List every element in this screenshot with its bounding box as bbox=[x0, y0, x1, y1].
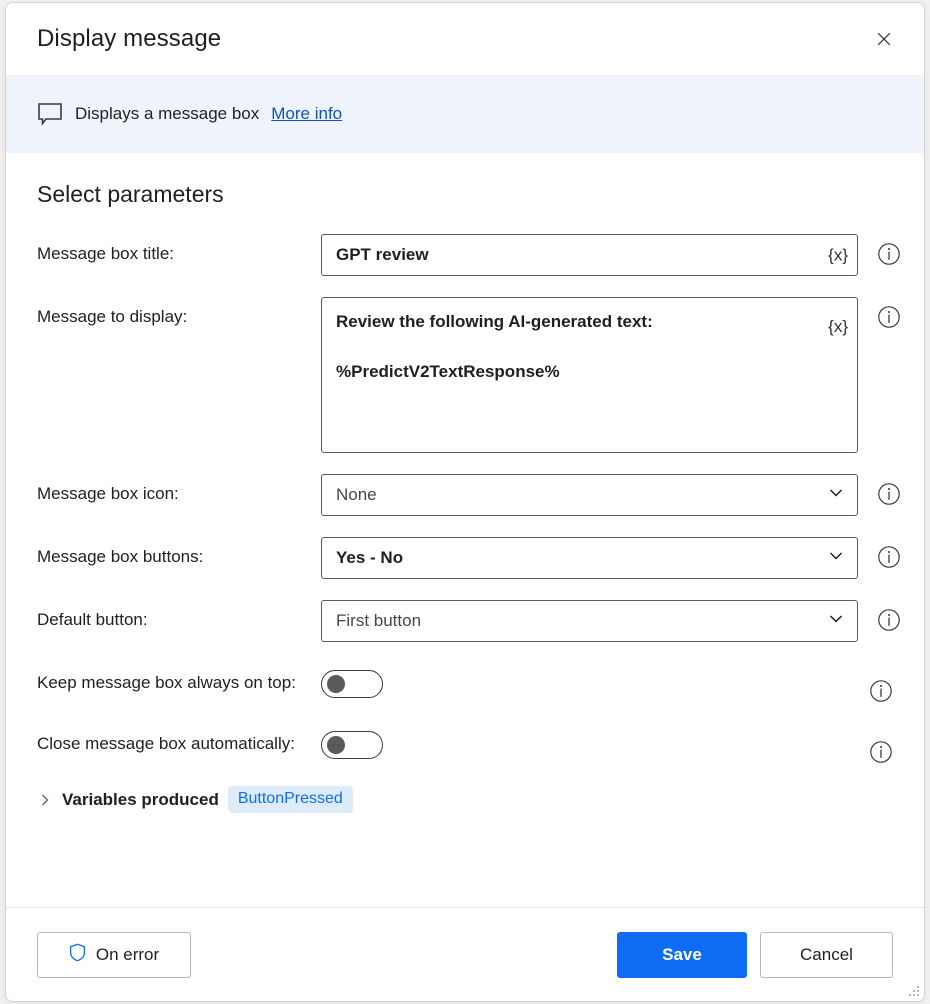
message-line-1: Review the following AI-generated text: bbox=[336, 312, 653, 331]
control-message-to-display: Review the following AI-generated text: … bbox=[321, 297, 858, 453]
close-icon[interactable] bbox=[862, 17, 906, 61]
message-box-icon-dropdown[interactable]: None bbox=[321, 474, 858, 516]
info-glyph bbox=[870, 741, 892, 763]
control-close-automatically bbox=[321, 724, 893, 763]
shield-icon bbox=[69, 943, 86, 967]
info-icon[interactable] bbox=[877, 545, 901, 569]
close-glyph bbox=[877, 32, 891, 46]
label-keep-on-top: Keep message box always on top: bbox=[37, 673, 296, 692]
label-message-to-display: Message to display: bbox=[37, 307, 188, 326]
variable-badge-buttonpressed[interactable]: ButtonPressed bbox=[227, 786, 353, 813]
section-title: Select parameters bbox=[37, 181, 224, 207]
label-close-automatically: Close message box automatically: bbox=[37, 734, 295, 753]
shield-glyph bbox=[69, 943, 85, 961]
info-glyph bbox=[878, 609, 900, 631]
chevron-down-icon bbox=[827, 484, 845, 507]
info-icon[interactable] bbox=[877, 305, 901, 329]
info-glyph bbox=[878, 306, 900, 328]
resize-grip-glyph bbox=[909, 986, 919, 996]
message-box-icon-value: None bbox=[336, 485, 377, 504]
dialog-titlebar: Display message bbox=[6, 3, 924, 75]
field-row-message-to-display: Message to display: Review the following… bbox=[37, 297, 900, 453]
control-message-box-buttons: Yes - No bbox=[321, 537, 858, 579]
message-box-title-input[interactable]: GPT review {x} bbox=[321, 234, 858, 276]
variable-picker-icon[interactable]: {x} bbox=[828, 318, 848, 335]
field-row-close-automatically: Close message box automatically: bbox=[37, 724, 893, 764]
toggle-knob bbox=[327, 675, 345, 693]
save-button[interactable]: Save bbox=[617, 931, 747, 978]
message-bubble-icon bbox=[37, 101, 63, 127]
control-keep-on-top bbox=[321, 663, 893, 702]
info-icon[interactable] bbox=[877, 242, 901, 266]
display-message-dialog: Display message Displays a message box M… bbox=[5, 2, 925, 1002]
info-banner: Displays a message box More info bbox=[6, 75, 924, 153]
on-error-button[interactable]: On error bbox=[37, 931, 191, 978]
label-message-box-title: Message box title: bbox=[37, 244, 175, 263]
on-error-label: On error bbox=[95, 944, 160, 964]
message-box-buttons-dropdown[interactable]: Yes - No bbox=[321, 537, 858, 579]
info-icon[interactable] bbox=[869, 740, 893, 764]
info-glyph bbox=[870, 680, 892, 702]
field-row-message-box-title: Message box title: GPT review {x} bbox=[37, 234, 900, 276]
chevron-down-icon bbox=[827, 547, 845, 570]
chevron-right-icon[interactable] bbox=[37, 792, 53, 808]
label-message-box-buttons: Message box buttons: bbox=[37, 547, 204, 566]
label-message-box-icon: Message box icon: bbox=[37, 484, 179, 503]
control-message-box-icon: None bbox=[321, 474, 858, 516]
more-info-link[interactable]: More info bbox=[271, 104, 342, 124]
message-to-display-textarea[interactable]: Review the following AI-generated text: … bbox=[321, 297, 858, 453]
keep-on-top-toggle[interactable] bbox=[321, 670, 383, 698]
field-row-default-button: Default button: First button bbox=[37, 600, 900, 642]
toggle-knob bbox=[327, 736, 345, 754]
info-glyph bbox=[878, 483, 900, 505]
field-row-message-box-buttons: Message box buttons: Yes - No bbox=[37, 537, 900, 579]
message-box-buttons-value: Yes - No bbox=[336, 548, 404, 567]
close-automatically-toggle[interactable] bbox=[321, 731, 383, 759]
message-bubble-glyph bbox=[38, 103, 62, 126]
field-row-message-box-icon: Message box icon: None bbox=[37, 474, 900, 516]
info-glyph bbox=[878, 243, 900, 265]
dialog-title: Display message bbox=[37, 25, 222, 52]
variables-produced-label[interactable]: Variables produced bbox=[62, 790, 219, 810]
chevron-down-icon bbox=[827, 610, 845, 633]
dialog-body: Select parameters Message box title: GPT… bbox=[6, 153, 924, 907]
dialog-footer: On error Save Cancel bbox=[6, 907, 924, 1001]
info-icon[interactable] bbox=[877, 482, 901, 506]
info-glyph bbox=[878, 546, 900, 568]
message-line-2: %PredictV2TextResponse% bbox=[336, 362, 560, 381]
control-default-button: First button bbox=[321, 600, 858, 642]
label-default-button: Default button: bbox=[37, 610, 148, 629]
default-button-value: First button bbox=[336, 611, 422, 630]
variables-produced-section: Variables produced ButtonPressed bbox=[37, 786, 893, 813]
variable-picker-icon[interactable]: {x} bbox=[828, 247, 848, 264]
control-message-box-title: GPT review {x} bbox=[321, 234, 858, 276]
resize-grip[interactable] bbox=[906, 983, 920, 997]
banner-description: Displays a message box bbox=[75, 104, 260, 123]
info-icon[interactable] bbox=[869, 679, 893, 703]
default-button-dropdown[interactable]: First button bbox=[321, 600, 858, 642]
message-box-title-value: GPT review bbox=[336, 245, 429, 264]
field-row-keep-on-top: Keep message box always on top: bbox=[37, 663, 893, 703]
cancel-button[interactable]: Cancel bbox=[760, 931, 893, 978]
info-icon[interactable] bbox=[877, 608, 901, 632]
